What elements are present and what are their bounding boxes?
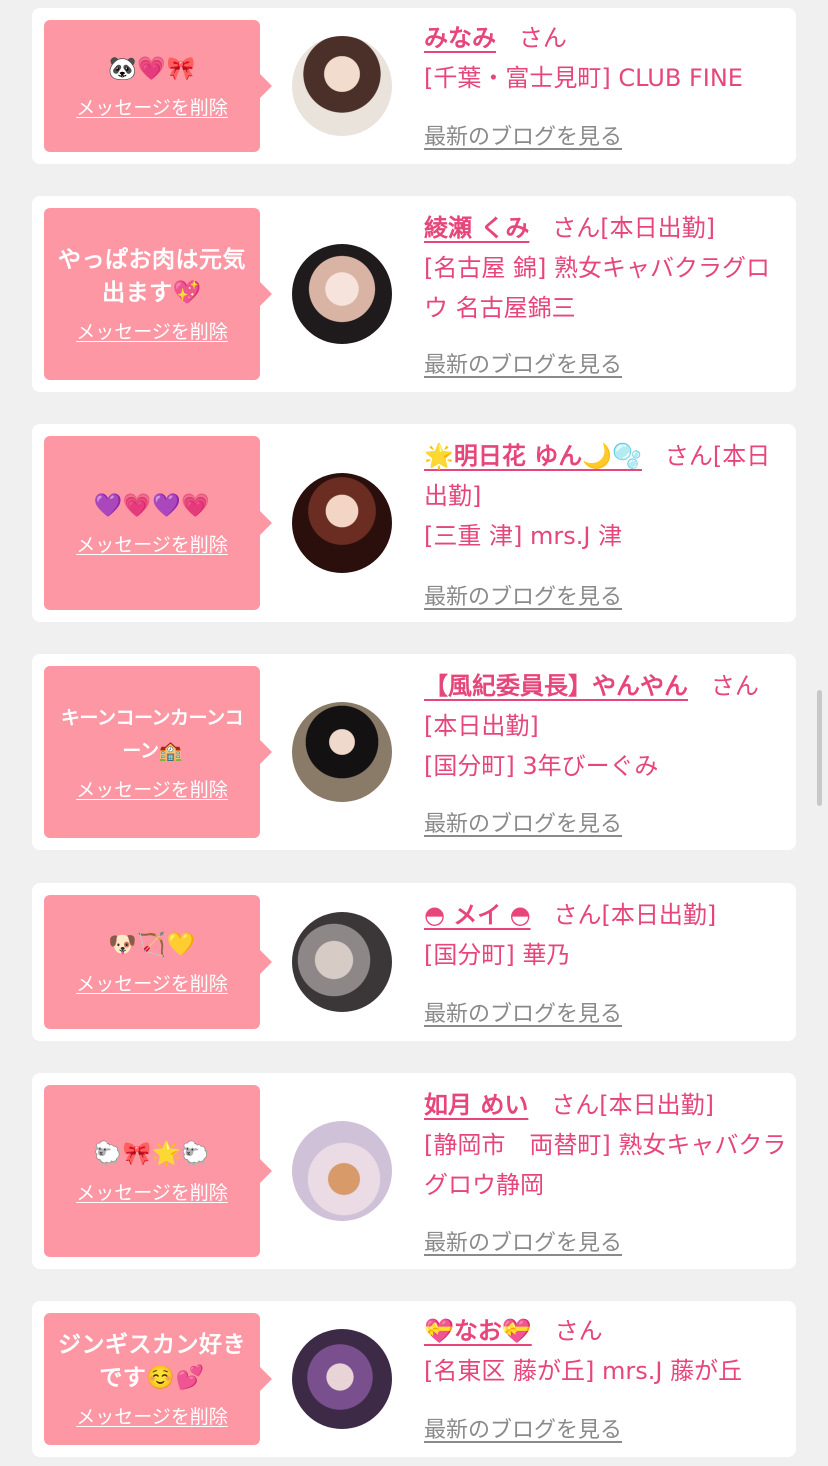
message-text: 💜💗💜💗 <box>93 492 211 519</box>
avatar[interactable] <box>292 1329 392 1429</box>
latest-blog-link[interactable]: 最新のブログを見る <box>424 1225 622 1257</box>
delete-message-link[interactable]: メッセージを削除 <box>76 778 228 802</box>
scrollbar[interactable] <box>817 690 822 806</box>
message-bubble: やっぱお肉は元気出ます💖 メッセージを削除 <box>44 208 272 380</box>
status-text: [本日出勤] <box>599 1091 714 1119</box>
message-text: 🐑🎀🌟🐑 <box>93 1140 211 1167</box>
avatar[interactable] <box>292 912 392 1012</box>
cast-name-link[interactable]: 💝なお💝 <box>424 1317 532 1345</box>
delete-message-link[interactable]: メッセージを削除 <box>76 972 228 996</box>
entry-info: 🌟明日花 ゆん🌙🫧 さん[本日出勤] [三重 津] mrs.J 津 <box>424 436 790 556</box>
shop-text: [国分町] 3年びーぐみ <box>424 752 659 780</box>
entry-info: 【風紀委員長】やんやん さん [本日出勤] [国分町] 3年びーぐみ <box>424 666 790 786</box>
list-item: ジンギスカン好きです☺️💕 メッセージを削除 💝なお💝 さん [名東区 藤が丘]… <box>32 1301 796 1457</box>
list-item: やっぱお肉は元気出ます💖 メッセージを削除 綾瀬 くみ さん[本日出勤] [名古… <box>32 196 796 392</box>
cast-name-link[interactable]: みなみ <box>424 24 496 52</box>
entry-info: 如月 めい さん[本日出勤] [静岡市 両替町] 熟女キャバクラ グロウ静岡 <box>424 1085 790 1205</box>
entry-info: 綾瀬 くみ さん[本日出勤] [名古屋 錦] 熟女キャバクラグロウ 名古屋錦三 <box>424 208 790 328</box>
list-item: 🐑🎀🌟🐑 メッセージを削除 如月 めい さん[本日出勤] [静岡市 両替町] 熟… <box>32 1073 796 1269</box>
avatar[interactable] <box>292 1121 392 1221</box>
name-suffix: さん <box>552 214 601 242</box>
delete-message-link[interactable]: メッセージを削除 <box>76 533 228 557</box>
latest-blog-link[interactable]: 最新のブログを見る <box>424 996 622 1028</box>
message-text: 🐶🏹💛 <box>108 931 196 958</box>
message-text: 🐼💗🎀 <box>108 55 196 82</box>
name-suffix: さん <box>553 901 602 929</box>
message-bubble: 🐑🎀🌟🐑 メッセージを削除 <box>44 1085 272 1257</box>
shop-text: [千葉・富士見町] CLUB FINE <box>424 64 743 92</box>
message-text: キーンコーンカーンコーン🏫 <box>60 707 244 762</box>
name-suffix: さん <box>554 1317 603 1345</box>
entry-info: ◓ メイ ◓ さん[本日出勤] [国分町] 華乃 <box>424 895 790 975</box>
cast-name-link[interactable]: 🌟明日花 ゆん🌙🫧 <box>424 442 642 470</box>
message-text: やっぱお肉は元気出ます💖 <box>58 247 246 306</box>
cast-name-link[interactable]: ◓ メイ ◓ <box>424 901 531 929</box>
message-bubble: 🐶🏹💛 メッセージを削除 <box>44 895 272 1029</box>
list-item: キーンコーンカーンコーン🏫 メッセージを削除 【風紀委員長】やんやん さん [本… <box>32 654 796 850</box>
delete-message-link[interactable]: メッセージを削除 <box>76 320 228 344</box>
name-suffix: さん <box>518 24 567 52</box>
latest-blog-link[interactable]: 最新のブログを見る <box>424 347 622 379</box>
message-bubble: キーンコーンカーンコーン🏫 メッセージを削除 <box>44 666 272 838</box>
latest-blog-link[interactable]: 最新のブログを見る <box>424 806 622 838</box>
cast-name-link[interactable]: 如月 めい <box>424 1091 528 1119</box>
message-bubble: 💜💗💜💗 メッセージを削除 <box>44 436 272 610</box>
entry-info: みなみ さん [千葉・富士見町] CLUB FINE <box>424 18 790 98</box>
name-suffix: さん <box>664 442 713 470</box>
avatar[interactable] <box>292 36 392 136</box>
status-text: [本日出勤] <box>601 901 717 929</box>
message-bubble: 🐼💗🎀 メッセージを削除 <box>44 20 272 152</box>
avatar[interactable] <box>292 244 392 344</box>
list-item: 💜💗💜💗 メッセージを削除 🌟明日花 ゆん🌙🫧 さん[本日出勤] [三重 津] … <box>32 424 796 622</box>
shop-text: [国分町] 華乃 <box>424 941 571 969</box>
cast-name-link[interactable]: 綾瀬 くみ <box>424 214 529 242</box>
delete-message-link[interactable]: メッセージを削除 <box>76 1181 228 1205</box>
list-item: 🐼💗🎀 メッセージを削除 みなみ さん [千葉・富士見町] CLUB FINE … <box>32 8 796 164</box>
cast-name-link[interactable]: 【風紀委員長】やんやん <box>424 672 688 700</box>
entry-info: 💝なお💝 さん [名東区 藤が丘] mrs.J 藤が丘 <box>424 1311 790 1391</box>
name-suffix: さん <box>551 1091 600 1119</box>
shop-text: [静岡市 両替町] 熟女キャバクラ グロウ静岡 <box>424 1131 787 1199</box>
avatar[interactable] <box>292 473 392 573</box>
name-suffix: さん <box>710 672 759 700</box>
status-text: [本日出勤] <box>424 712 539 740</box>
latest-blog-link[interactable]: 最新のブログを見る <box>424 579 622 611</box>
delete-message-link[interactable]: メッセージを削除 <box>76 1405 228 1429</box>
favorite-list: 🐼💗🎀 メッセージを削除 みなみ さん [千葉・富士見町] CLUB FINE … <box>0 0 828 1466</box>
message-text: ジンギスカン好きです☺️💕 <box>58 1332 246 1391</box>
delete-message-link[interactable]: メッセージを削除 <box>76 96 228 120</box>
message-bubble: ジンギスカン好きです☺️💕 メッセージを削除 <box>44 1313 272 1445</box>
shop-text: [名古屋 錦] 熟女キャバクラグロウ 名古屋錦三 <box>424 254 770 322</box>
shop-text: [名東区 藤が丘] mrs.J 藤が丘 <box>424 1357 743 1385</box>
status-text: [本日出勤] <box>600 214 715 242</box>
latest-blog-link[interactable]: 最新のブログを見る <box>424 119 622 151</box>
shop-text: [三重 津] mrs.J 津 <box>424 522 623 550</box>
avatar[interactable] <box>292 702 392 802</box>
list-item: 🐶🏹💛 メッセージを削除 ◓ メイ ◓ さん[本日出勤] [国分町] 華乃 最新… <box>32 883 796 1041</box>
latest-blog-link[interactable]: 最新のブログを見る <box>424 1412 622 1444</box>
